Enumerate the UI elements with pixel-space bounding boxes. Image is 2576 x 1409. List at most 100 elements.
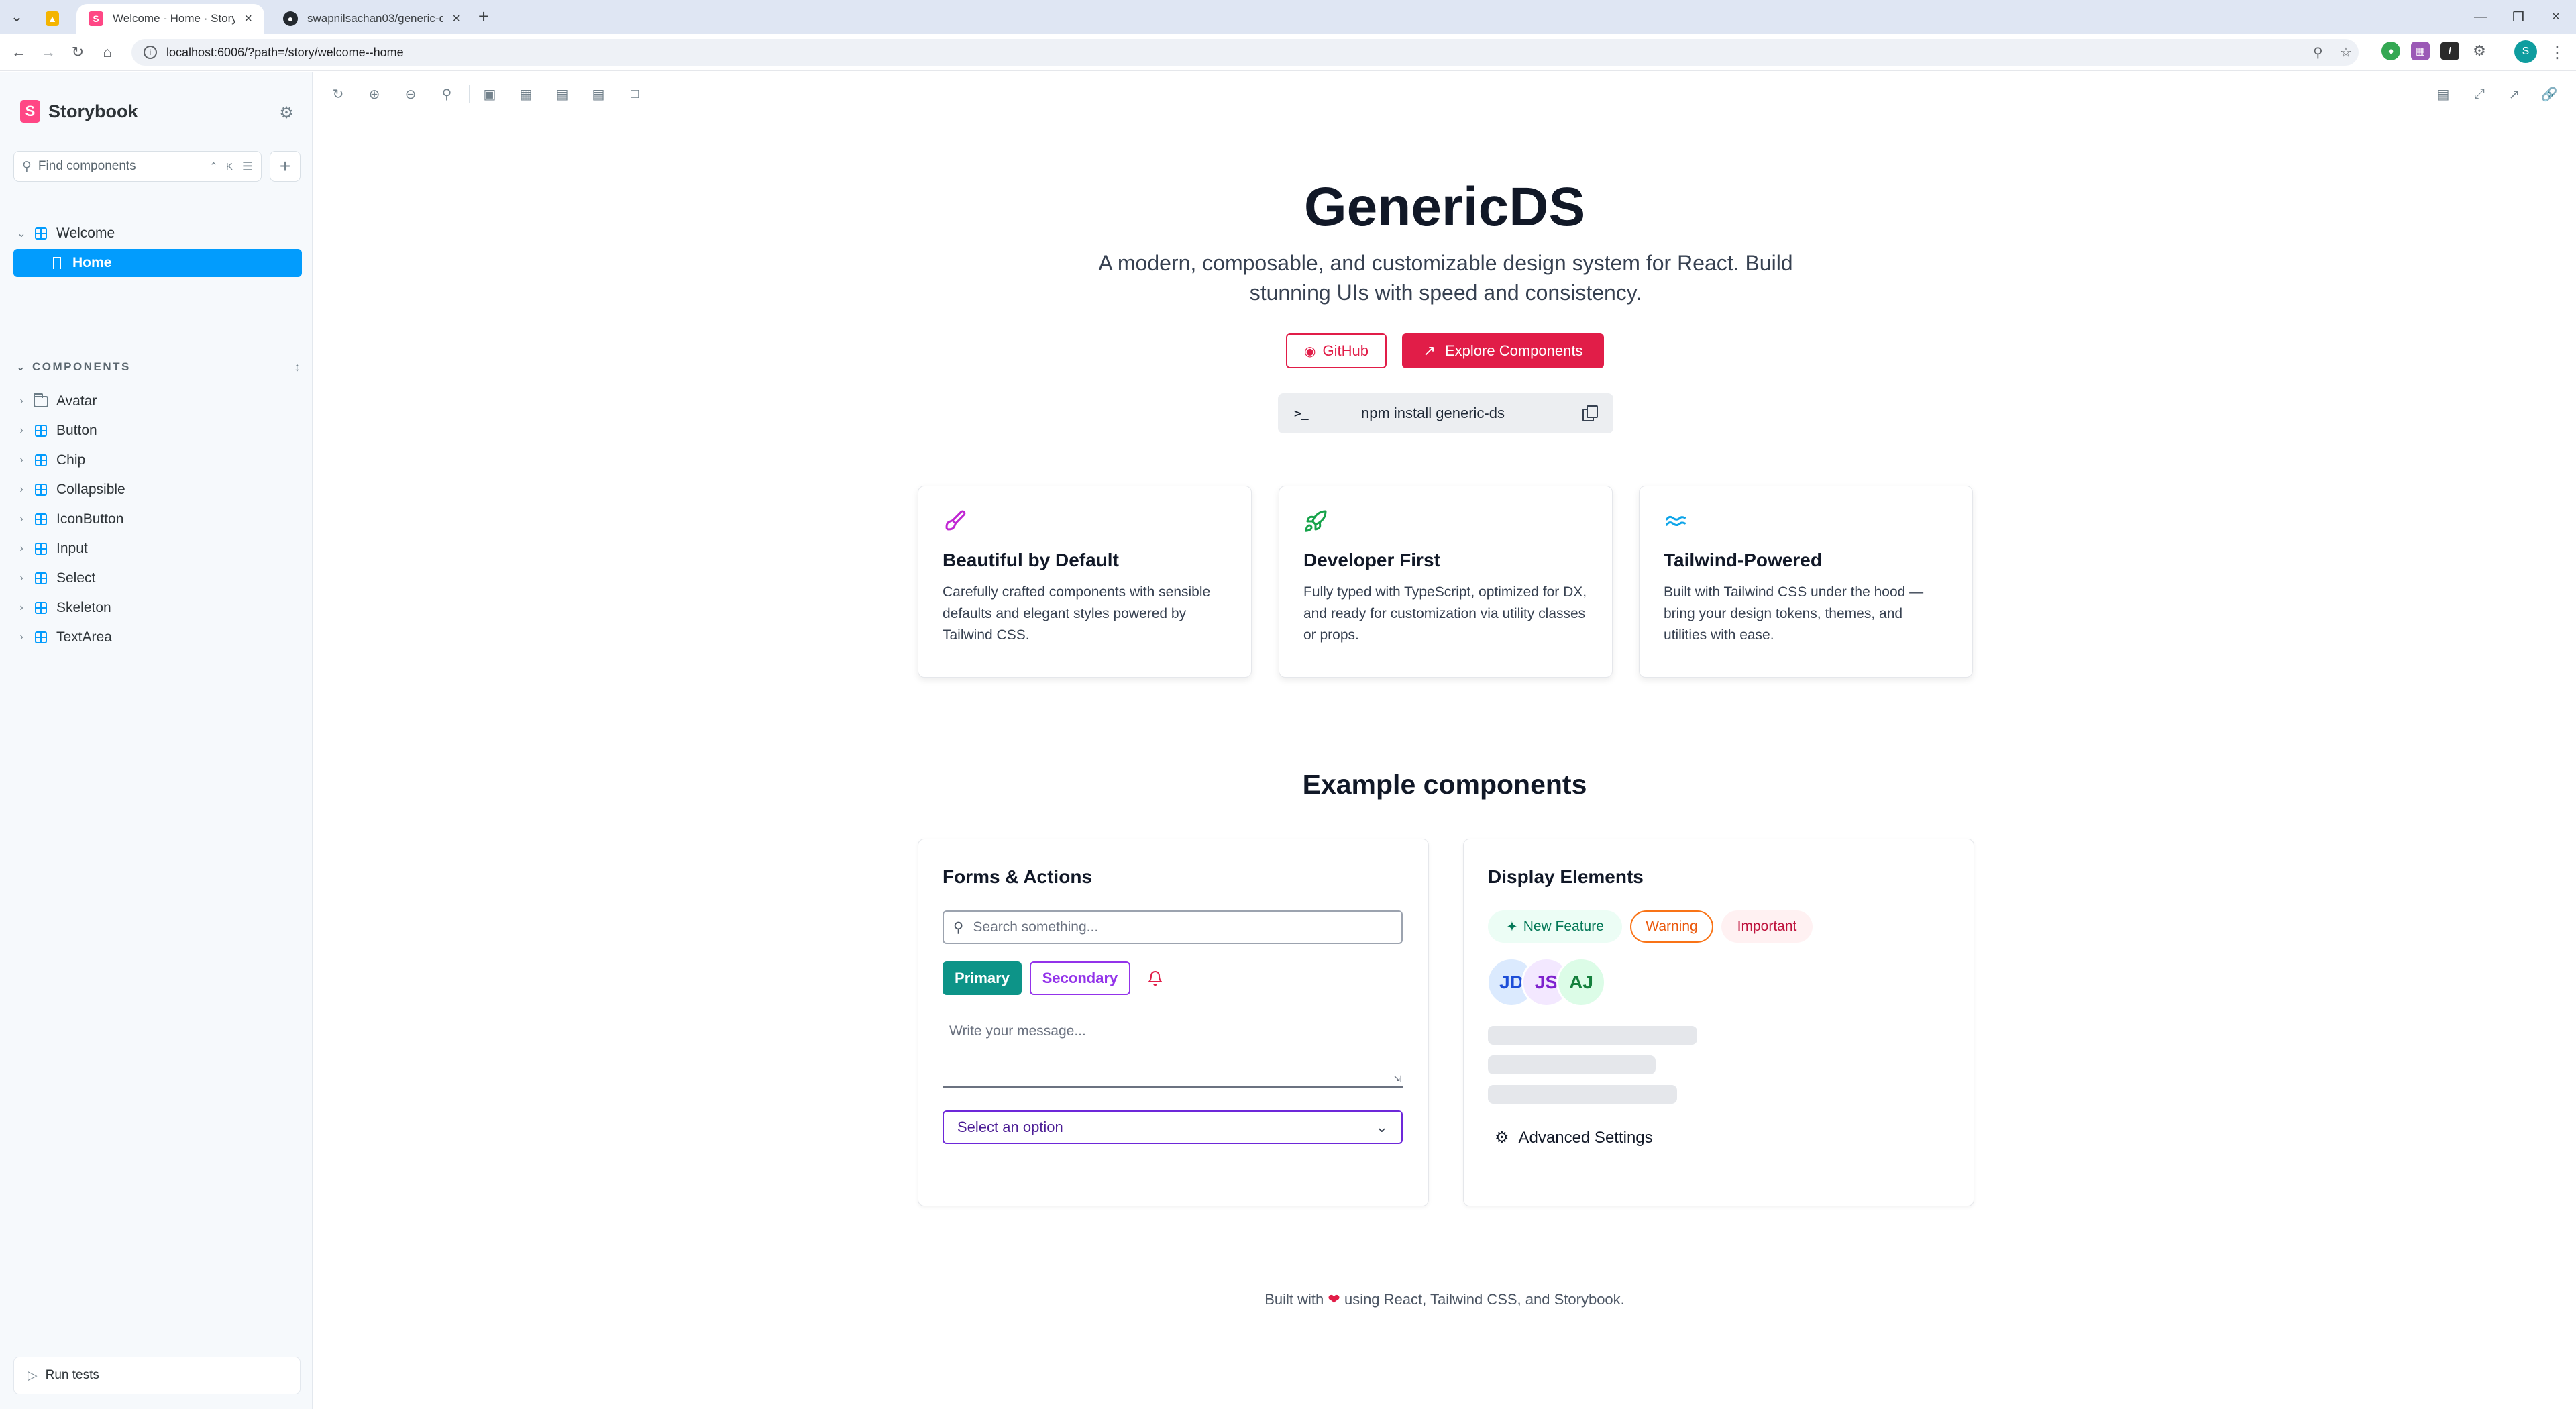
chevron-right-icon: › [19, 484, 23, 495]
tailwind-icon [1664, 509, 1688, 533]
chevron-down-icon: ⌄ [17, 228, 26, 240]
select-placeholder: Select an option [957, 1118, 1063, 1135]
examples-heading: Example components [1302, 769, 1587, 800]
tab-pinned[interactable]: ▲ [34, 4, 71, 34]
bell-icon-button[interactable] [1138, 961, 1172, 995]
menu-kebab-icon[interactable]: ⋮ [2549, 39, 2565, 66]
sidebar-item-collapsible[interactable]: › Collapsible [13, 476, 302, 504]
example-search-input[interactable]: ⚲ Search something... [943, 910, 1403, 944]
reload-icon[interactable]: ↻ [64, 39, 91, 66]
sidebar-item-select[interactable]: › Select [13, 564, 302, 592]
search-placeholder: Search something... [973, 919, 1099, 935]
add-component-button[interactable]: + [270, 151, 301, 182]
sidebar-item-home[interactable]: Home [13, 249, 302, 277]
option-select[interactable]: Select an option ⌄ [943, 1110, 1403, 1144]
components-section-header[interactable]: ⌄ COMPONENTS ↕ [16, 354, 302, 380]
grid-icon[interactable]: ▦ [516, 84, 536, 104]
explore-components-button[interactable]: ↗ Explore Components [1402, 333, 1604, 368]
sparkles-icon: ✦ [1506, 919, 1518, 935]
filter-icon[interactable]: ☰ [242, 160, 253, 174]
chevron-down-icon: ⌄ [1375, 1118, 1388, 1135]
background-icon[interactable]: ▣ [480, 84, 500, 104]
run-tests-button[interactable]: ▷ Run tests [13, 1357, 301, 1394]
sidebar-item-button[interactable]: › Button [13, 417, 302, 445]
chip-important[interactable]: Important [1721, 910, 1813, 943]
extension-green-icon[interactable]: ● [2381, 42, 2400, 60]
skeleton-line [1488, 1085, 1677, 1104]
extensions-puzzle-icon[interactable]: ⚙ [2470, 42, 2489, 60]
arrow-up-right-icon: ↗ [1423, 342, 1436, 359]
viewport-icon[interactable]: ▤ [552, 84, 572, 104]
address-bar[interactable]: i localhost:6006/?path=/story/welcome--h… [131, 39, 2359, 66]
bookmark-star-icon[interactable]: ☆ [2340, 39, 2352, 66]
settings-gear-icon[interactable]: ⚙ [276, 103, 297, 123]
forward-icon[interactable]: → [35, 39, 62, 66]
sidebar-item-skeleton[interactable]: › Skeleton [13, 594, 302, 622]
component-icon [34, 571, 48, 586]
advanced-settings-collapsible[interactable]: ⚙ Advanced Settings [1495, 1128, 1653, 1147]
minimize-icon[interactable]: — [2463, 0, 2498, 34]
tab-github[interactable]: ● swapnilsachan03/generic-ds: A × [271, 4, 472, 34]
component-icon [34, 453, 48, 468]
back-icon[interactable]: ← [5, 39, 32, 66]
copy-link-icon[interactable]: 🔗 [2539, 84, 2559, 104]
chevron-right-icon: › [19, 425, 23, 436]
sidebar-item-textarea[interactable]: › TextArea [13, 623, 302, 651]
zoom-reset-icon[interactable]: ⚲ [437, 84, 457, 104]
sidebar-item-chip[interactable]: › Chip [13, 446, 302, 474]
github-favicon-icon: ● [283, 11, 298, 26]
tab-search-icon[interactable]: ⌄ [7, 0, 27, 34]
feature-description: Carefully crafted components with sensib… [943, 584, 1211, 643]
chip-new-feature[interactable]: ✦ New Feature [1488, 910, 1622, 943]
resize-handle-icon[interactable]: ⇲ [1393, 1074, 1401, 1085]
search-input[interactable]: ⚲ Find components ⌃ K ☰ [13, 151, 262, 182]
zoom-icon[interactable]: ⚲ [2313, 39, 2323, 66]
terminal-icon: >_ [1294, 406, 1309, 421]
measure-icon[interactable]: ▤ [588, 84, 608, 104]
chip-warning[interactable]: Warning [1630, 910, 1713, 943]
sidebar-item-label: Collapsible [56, 482, 125, 497]
sidebar-item-iconbutton[interactable]: › IconButton [13, 505, 302, 533]
remount-icon[interactable]: ↻ [328, 84, 348, 104]
extension-dark-icon[interactable]: / [2440, 42, 2459, 60]
heart-icon: ❤ [1328, 1291, 1340, 1308]
chevron-right-icon: › [19, 602, 23, 613]
expand-collapse-icon[interactable]: ↕ [294, 360, 303, 374]
message-textarea[interactable]: Write your message... ⇲ [943, 1015, 1403, 1088]
tab-title: Welcome - Home · Storybook [113, 12, 235, 25]
component-icon [34, 423, 48, 438]
feature-card-tailwind: Tailwind-Powered Built with Tailwind CSS… [1639, 486, 1973, 678]
sidebar-item-avatar[interactable]: › Avatar [13, 387, 302, 415]
npm-command: npm install generic-ds [1361, 405, 1505, 421]
open-new-tab-icon[interactable]: ↗ [2504, 84, 2524, 104]
feature-description: Fully typed with TypeScript, optimized f… [1303, 584, 1587, 643]
extension-grid-icon[interactable]: ▦ [2411, 42, 2430, 60]
sidebar-item-label: Chip [56, 452, 86, 468]
panel-toggle-icon[interactable]: ▤ [2433, 84, 2453, 104]
new-tab-icon[interactable]: + [474, 0, 494, 34]
fullscreen-icon[interactable]: ⤢ [2469, 84, 2489, 104]
copy-icon[interactable] [1582, 405, 1598, 421]
run-tests-label: Run tests [45, 1368, 99, 1382]
tab-storybook[interactable]: S Welcome - Home · Storybook × [76, 4, 264, 34]
secondary-button[interactable]: Secondary [1030, 961, 1130, 995]
zoom-in-icon[interactable]: ⊕ [364, 84, 384, 104]
github-button[interactable]: ◉ GitHub [1286, 333, 1387, 368]
restore-icon[interactable]: ❐ [2501, 0, 2536, 34]
close-icon[interactable]: × [244, 11, 252, 27]
sidebar-item-label: IconButton [56, 511, 124, 527]
close-icon[interactable]: × [452, 11, 460, 27]
primary-button[interactable]: Primary [943, 961, 1022, 995]
profile-avatar[interactable]: S [2514, 40, 2537, 63]
sidebar-item-input[interactable]: › Input [13, 535, 302, 563]
feature-title: Beautiful by Default [943, 550, 1119, 570]
site-info-icon[interactable]: i [144, 46, 157, 59]
outline-icon[interactable]: □ [625, 84, 645, 104]
home-icon[interactable]: ⌂ [94, 39, 121, 66]
storybook-brand[interactable]: S Storybook [20, 100, 138, 123]
chevron-right-icon: › [19, 454, 23, 466]
window-close-icon[interactable]: × [2538, 0, 2573, 34]
browser-tab-bar: ⌄ ▲ S Welcome - Home · Storybook × ● swa… [0, 0, 2576, 34]
sidebar-group-welcome[interactable]: ⌄ Welcome [13, 219, 302, 248]
zoom-out-icon[interactable]: ⊖ [400, 84, 421, 104]
